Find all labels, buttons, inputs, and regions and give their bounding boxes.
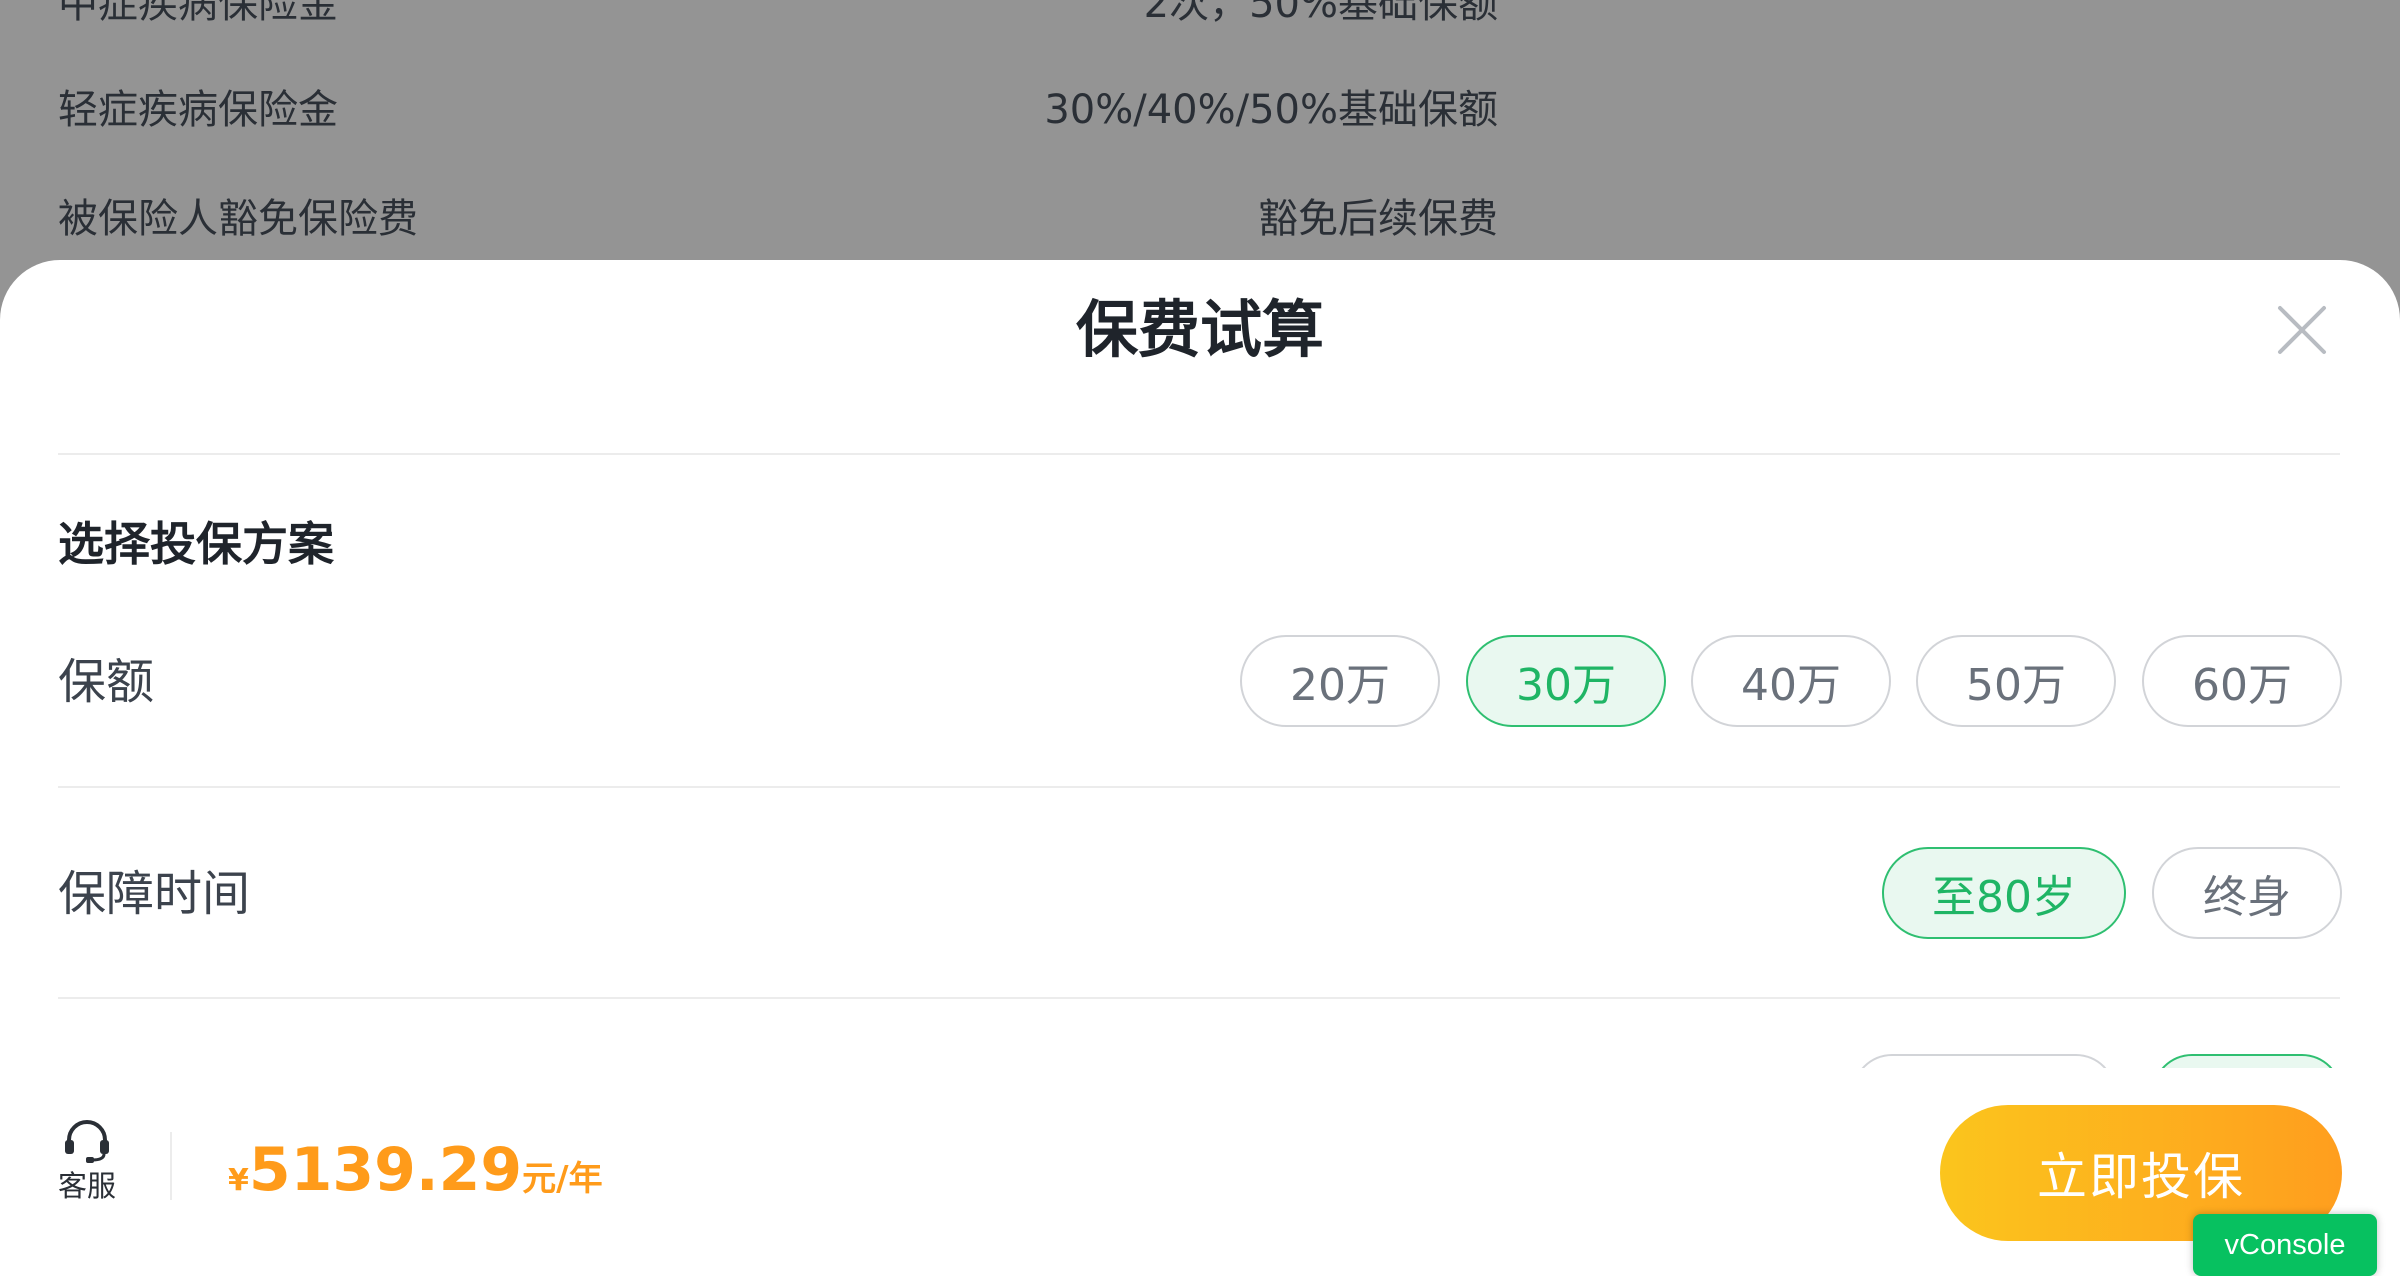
sheet-title: 保费试算	[1075, 293, 1324, 366]
term-option-to-80[interactable]: 至80岁	[1882, 847, 2126, 939]
price-amount: 5139.29	[248, 1135, 523, 1205]
coverage-label: 保额	[58, 654, 155, 710]
section-title: 选择投保方案	[58, 517, 334, 571]
background-row: 被保险人豁免保险费 豁免后续保费	[58, 185, 1498, 245]
price-unit: 元/年	[522, 1159, 603, 1199]
background-row-label: 轻症疾病保险金	[58, 87, 338, 133]
term-option-lifetime[interactable]: 终身	[2152, 847, 2342, 939]
background-row-value: 2次，50%基础保额	[1143, 0, 1498, 27]
price-currency: ¥	[228, 1163, 249, 1198]
coverage-option-30w[interactable]: 30万	[1466, 635, 1666, 727]
divider	[58, 453, 2340, 455]
price-display: ¥5139.29元/年	[228, 1130, 603, 1225]
background-page: 中症疾病保险金 2次，50%基础保额 轻症疾病保险金 30%/40%/50%基础…	[0, 0, 2400, 270]
vconsole-button[interactable]: vConsole	[2193, 1214, 2377, 1276]
term-label: 保障时间	[58, 866, 251, 922]
background-row-value: 30%/40%/50%基础保额	[1044, 87, 1498, 133]
background-row-value: 豁免后续保费	[1258, 196, 1498, 242]
divider	[58, 997, 2340, 999]
close-button[interactable]	[2272, 300, 2332, 360]
close-icon	[2278, 306, 2326, 354]
coverage-option-50w[interactable]: 50万	[1916, 635, 2116, 727]
coverage-option-40w[interactable]: 40万	[1691, 635, 1891, 727]
divider	[58, 786, 2340, 788]
coverage-option-20w[interactable]: 20万	[1240, 635, 1440, 727]
customer-service-button[interactable]: 客服	[52, 1118, 122, 1206]
customer-service-label: 客服	[57, 1169, 116, 1203]
background-row-label: 被保险人豁免保险费	[58, 196, 418, 242]
background-row: 中症疾病保险金 2次，50%基础保额	[58, 0, 1498, 30]
coverage-option-60w[interactable]: 60万	[2142, 635, 2342, 727]
footer-divider	[170, 1132, 172, 1200]
background-row-label: 中症疾病保险金	[58, 0, 338, 27]
background-row: 轻症疾病保险金 30%/40%/50%基础保额	[58, 76, 1498, 136]
headset-icon	[65, 1120, 109, 1163]
